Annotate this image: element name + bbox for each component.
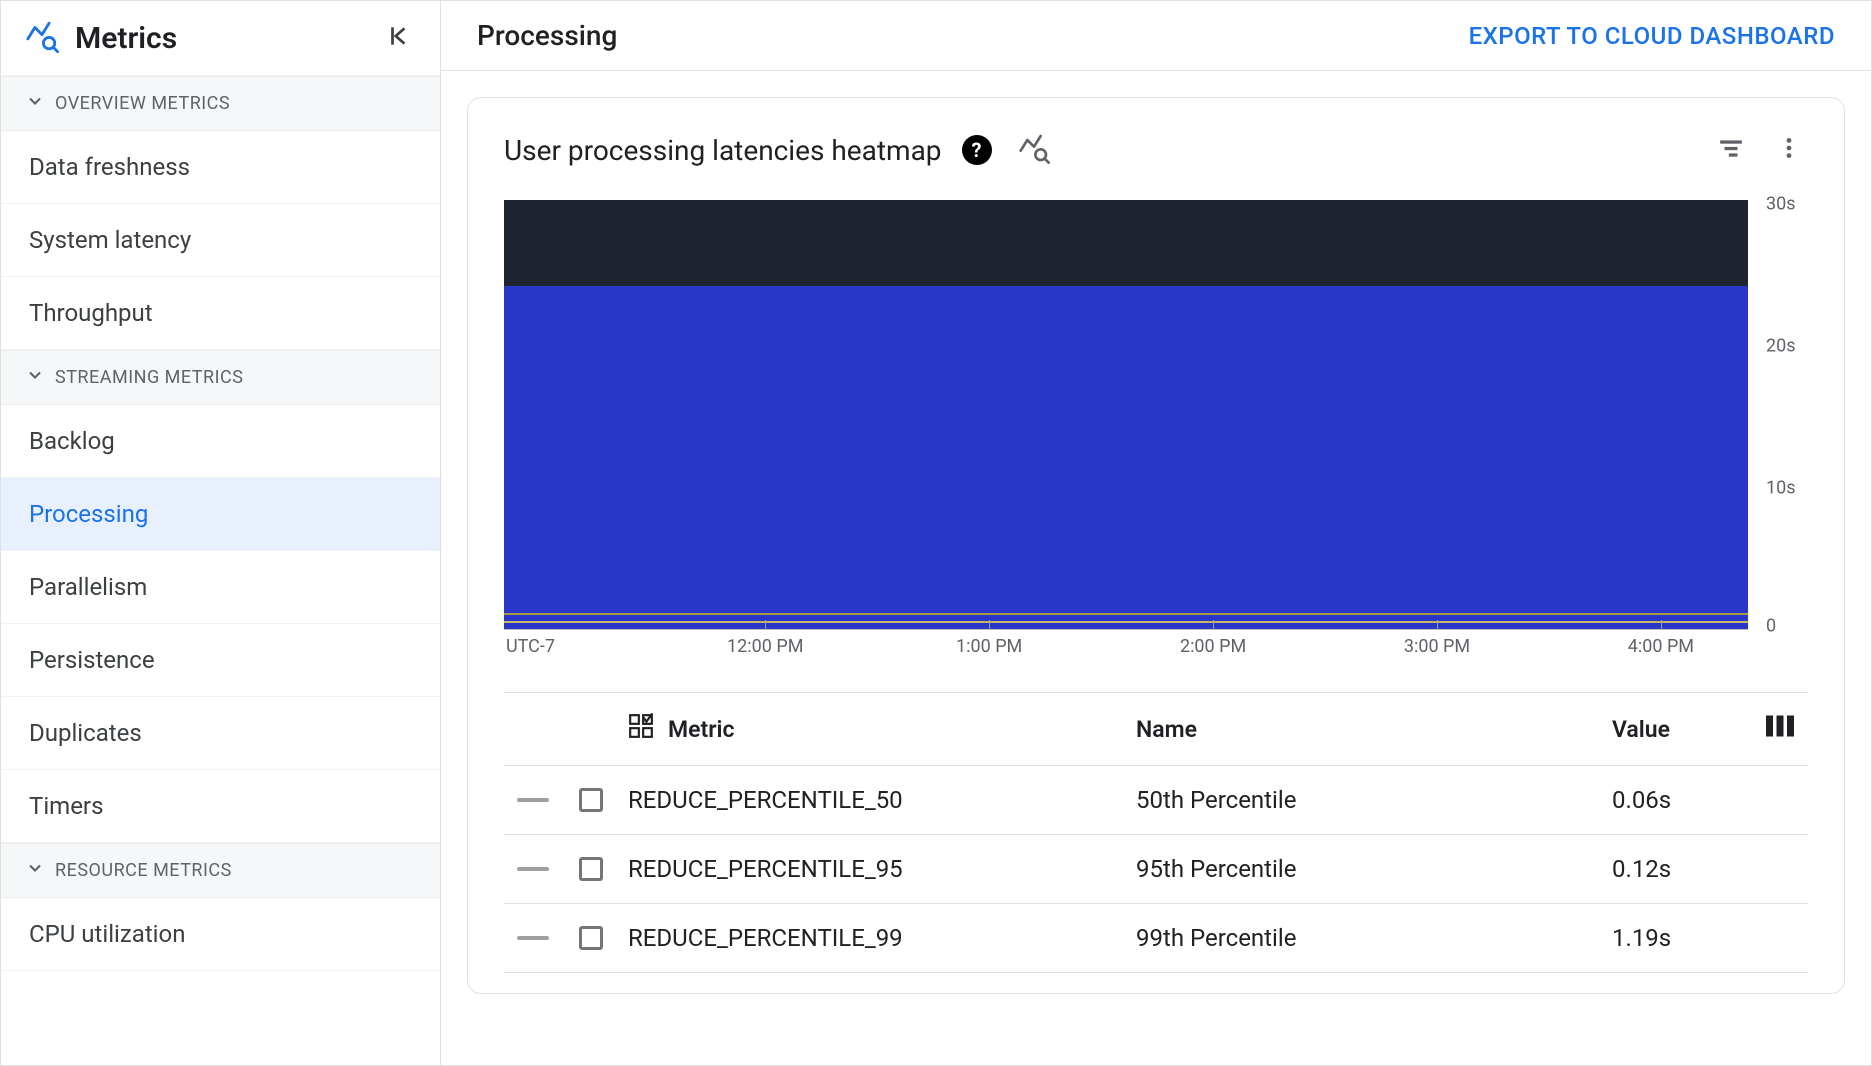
cell-value: 0.12s [1612,855,1742,883]
topbar: Processing EXPORT TO CLOUD DASHBOARD [441,1,1871,71]
cell-value: 1.19s [1612,924,1742,952]
columns-icon [1766,715,1794,743]
heatmap-band-dense [504,286,1748,629]
y-tick-label: 20s [1766,336,1796,357]
legend-filter-icon[interactable] [1712,129,1750,171]
table-row[interactable]: REDUCE_PERCENTILE_99 99th Percentile 1.1… [504,904,1808,973]
y-axis-labels: 30s 20s 10s 0 [1758,200,1808,630]
sidebar-item-throughput[interactable]: Throughput [1,277,440,350]
sidebar-section-overview-metrics[interactable]: OVERVIEW METRICS [1,76,440,131]
heatmap-band-empty [504,200,1748,286]
sidebar-section-streaming-metrics[interactable]: STREAMING METRICS [1,350,440,405]
sidebar-item-backlog[interactable]: Backlog [1,405,440,478]
metrics-explorer-icon [25,19,59,57]
cell-value: 0.06s [1612,786,1742,814]
timezone-label: UTC-7 [506,636,555,657]
y-tick-label: 0 [1766,615,1776,636]
sidebar-item-processing[interactable]: Processing [1,478,440,551]
table-row[interactable]: REDUCE_PERCENTILE_50 50th Percentile 0.0… [504,766,1808,835]
row-checkbox[interactable] [572,788,610,812]
open-in-metrics-explorer-icon[interactable] [1012,126,1056,174]
sidebar-header: Metrics [1,1,440,76]
cell-name: 99th Percentile [1136,924,1594,952]
x-tick-label: 3:00 PM [1404,636,1470,657]
table-row[interactable]: REDUCE_PERCENTILE_95 95th Percentile 0.1… [504,835,1808,904]
sidebar-section-label: OVERVIEW METRICS [55,93,230,114]
drag-handle[interactable] [512,867,554,871]
percentile-line-p99 [504,613,1748,615]
column-selector-button[interactable] [1760,715,1800,743]
cell-metric: REDUCE_PERCENTILE_95 [628,855,1118,883]
app-root: Metrics OVERVIEW METRICS Data freshness … [0,0,1872,1066]
sidebar-item-parallelism[interactable]: Parallelism [1,551,440,624]
percentile-line-p95 [504,621,1748,623]
x-tick-label: 2:00 PM [1180,636,1246,657]
sidebar-section-label: RESOURCE METRICS [55,860,232,881]
table-header-metric-label: Metric [668,716,734,743]
sidebar-item-cpu-utilization[interactable]: CPU utilization [1,898,440,971]
x-tick-label: 1:00 PM [956,636,1022,657]
cell-metric: REDUCE_PERCENTILE_50 [628,786,1118,814]
row-checkbox[interactable] [572,926,610,950]
sidebar-item-system-latency[interactable]: System latency [1,204,440,277]
table-header-metric[interactable]: Metric [628,713,1118,745]
help-icon[interactable]: ? [962,135,992,165]
sidebar-title: Metrics [75,21,366,56]
cell-name: 50th Percentile [1136,786,1594,814]
sidebar-item-data-freshness[interactable]: Data freshness [1,131,440,204]
drag-handle[interactable] [512,936,554,940]
row-checkbox[interactable] [572,857,610,881]
cell-metric: REDUCE_PERCENTILE_99 [628,924,1118,952]
x-tick-label: 12:00 PM [727,636,803,657]
sidebar: Metrics OVERVIEW METRICS Data freshness … [1,1,441,1065]
sidebar-section-label: STREAMING METRICS [55,367,243,388]
sidebar-section-resource-metrics[interactable]: RESOURCE METRICS [1,843,440,898]
x-tick-label: 4:00 PM [1628,636,1694,657]
card-title: User processing latencies heatmap [504,134,942,167]
chevron-down-icon [25,858,45,883]
main: Processing EXPORT TO CLOUD DASHBOARD Use… [441,1,1871,1065]
chart-card: User processing latencies heatmap ? [467,97,1845,994]
x-axis-labels: UTC-7 12:00 PM 1:00 PM 2:00 PM 3:00 PM 4… [504,636,1748,666]
table-header-value[interactable]: Value [1612,716,1742,743]
collapse-sidebar-button[interactable] [382,19,416,57]
table-header-name[interactable]: Name [1136,716,1594,743]
page-title: Processing [477,19,1469,52]
y-tick-label: 10s [1766,478,1796,499]
content: User processing latencies heatmap ? [441,71,1871,1065]
sidebar-item-duplicates[interactable]: Duplicates [1,697,440,770]
select-all-icon [628,713,654,745]
chart-plot-area [504,200,1748,630]
drag-handle[interactable] [512,798,554,802]
legend-table: Metric Name Value [504,692,1808,973]
table-header-row: Metric Name Value [504,693,1808,766]
more-options-icon[interactable] [1770,129,1808,171]
chevron-down-icon [25,365,45,390]
sidebar-item-timers[interactable]: Timers [1,770,440,843]
export-to-cloud-dashboard-button[interactable]: EXPORT TO CLOUD DASHBOARD [1469,22,1835,50]
heatmap-chart[interactable]: 30s 20s 10s 0 UTC-7 [504,200,1808,666]
chevron-down-icon [25,91,45,116]
card-header: User processing latencies heatmap ? [504,126,1808,174]
cell-name: 95th Percentile [1136,855,1594,883]
sidebar-item-persistence[interactable]: Persistence [1,624,440,697]
y-tick-label: 30s [1766,194,1796,215]
